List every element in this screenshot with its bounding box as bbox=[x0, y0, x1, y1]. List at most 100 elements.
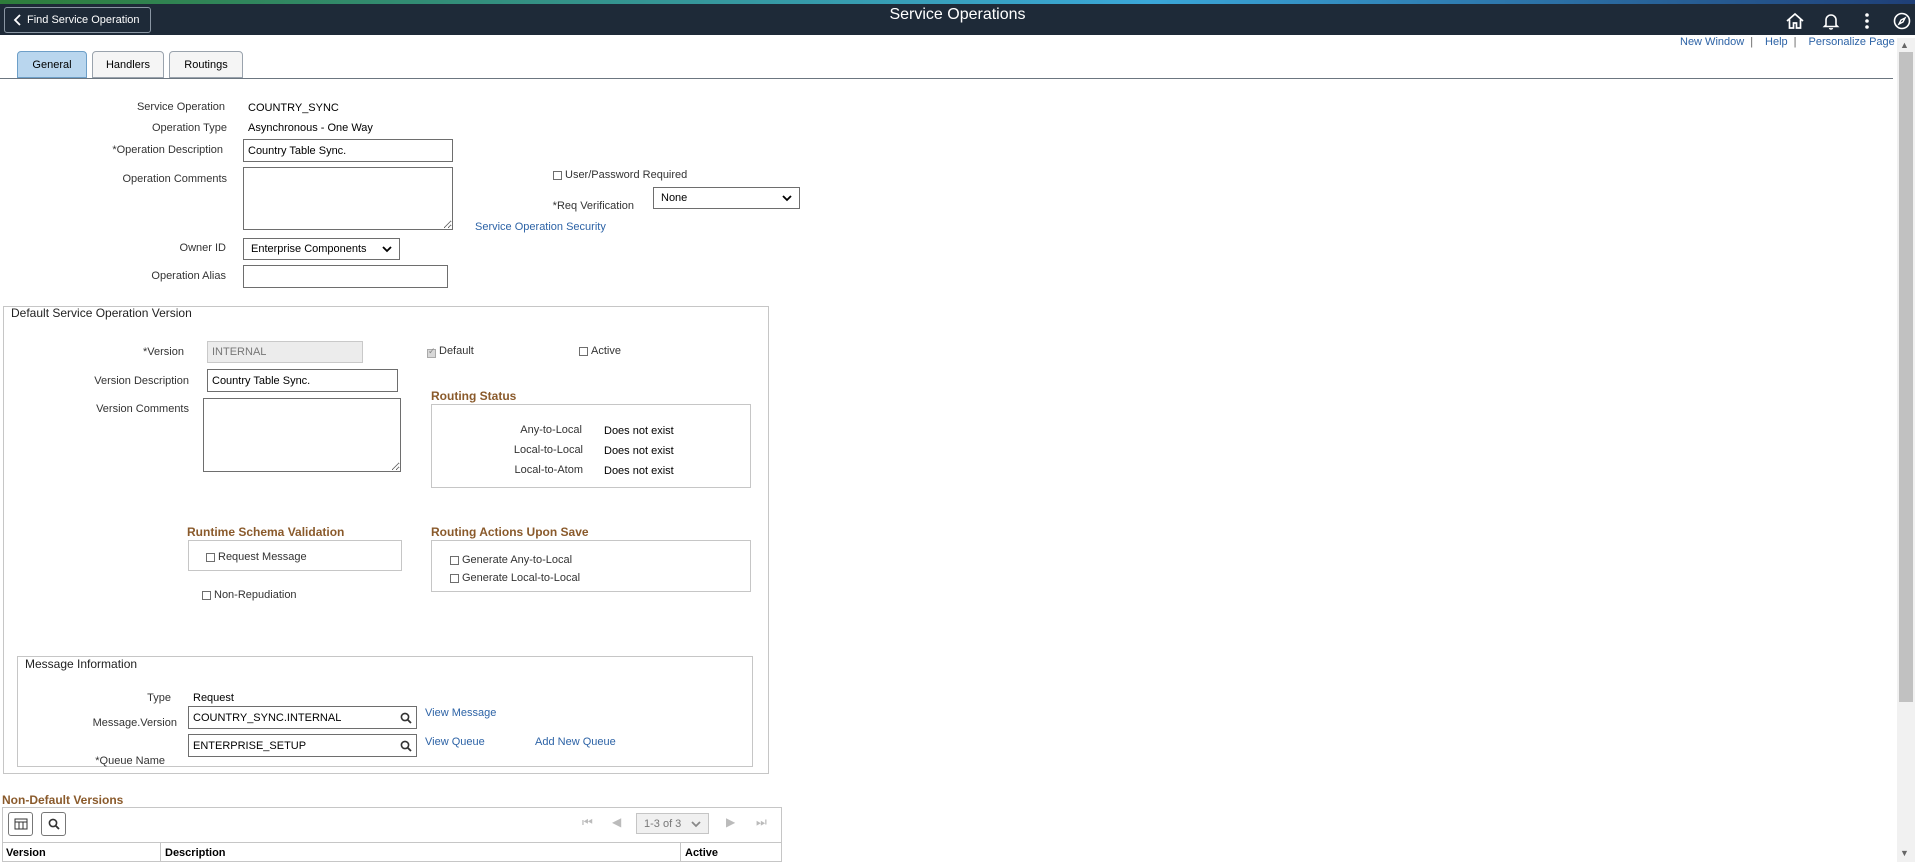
version-comments-textarea[interactable] bbox=[203, 398, 401, 472]
local-to-atom-label: Local-to-Atom bbox=[514, 464, 583, 476]
any-to-local-value: Does not exist bbox=[604, 425, 674, 437]
page-range-value: 1-3 of 3 bbox=[644, 817, 682, 830]
request-message-checkbox[interactable] bbox=[206, 553, 215, 562]
type-value: Request bbox=[193, 692, 234, 704]
grid-header-divider bbox=[2, 842, 782, 843]
page-links: New Window | Help | Personalize Page bbox=[1680, 36, 1895, 48]
help-link[interactable]: Help bbox=[1765, 36, 1788, 48]
service-operation-value: COUNTRY_SYNC bbox=[248, 102, 339, 114]
bell-icon[interactable] bbox=[1820, 10, 1842, 32]
generate-any-to-local-label: Generate Any-to-Local bbox=[462, 554, 573, 566]
column-header-description[interactable]: Description bbox=[165, 847, 226, 859]
service-operation-label: Service Operation bbox=[136, 101, 225, 113]
tab-divider bbox=[0, 78, 1893, 79]
page-title: Service Operations bbox=[889, 6, 1026, 23]
req-verification-select[interactable]: None bbox=[653, 187, 800, 209]
tab-routings[interactable]: Routings bbox=[169, 51, 243, 78]
view-queue-link[interactable]: View Queue bbox=[425, 736, 485, 748]
tab-general[interactable]: General bbox=[17, 51, 87, 78]
non-default-versions-title: Non-Default Versions bbox=[2, 793, 124, 807]
scroll-up-icon[interactable]: ▲ bbox=[1900, 40, 1909, 50]
last-page-icon[interactable]: ⏭ bbox=[756, 815, 767, 830]
message-version-value: COUNTRY_SYNC.INTERNAL bbox=[193, 711, 342, 724]
default-checkbox bbox=[427, 346, 436, 358]
local-to-local-label: Local-to-Local bbox=[513, 444, 583, 456]
navbar-icon[interactable] bbox=[1891, 10, 1913, 32]
local-to-atom-value: Does not exist bbox=[604, 465, 674, 477]
local-to-local-value: Does not exist bbox=[604, 445, 674, 457]
search-icon bbox=[48, 818, 60, 830]
grid-settings-icon bbox=[14, 818, 27, 830]
req-verification-label: *Req Verification bbox=[552, 200, 634, 212]
next-page-icon[interactable]: ▶ bbox=[726, 815, 735, 829]
user-password-checkbox[interactable] bbox=[553, 171, 562, 180]
version-comments-label: Version Comments bbox=[96, 403, 189, 415]
type-label: Type bbox=[147, 692, 171, 704]
operation-type-value: Asynchronous - One Way bbox=[248, 122, 373, 134]
operation-comments-textarea[interactable] bbox=[243, 167, 453, 230]
req-verification-value: None bbox=[661, 192, 688, 204]
tab-handlers[interactable]: Handlers bbox=[92, 51, 164, 78]
chevron-down-icon bbox=[691, 820, 701, 827]
chevron-down-icon bbox=[782, 195, 792, 202]
active-checkbox[interactable] bbox=[579, 347, 588, 356]
scroll-down-icon[interactable]: ▼ bbox=[1900, 848, 1909, 858]
routing-actions-title: Routing Actions Upon Save bbox=[431, 525, 589, 539]
default-label: Default bbox=[439, 345, 474, 357]
routing-status-title: Routing Status bbox=[431, 389, 517, 403]
version-label: *Version bbox=[143, 346, 184, 358]
column-divider bbox=[160, 843, 161, 862]
column-header-version[interactable]: Version bbox=[6, 847, 46, 859]
operation-description-input[interactable]: Country Table Sync. bbox=[243, 139, 453, 162]
message-information-title: Message Information bbox=[25, 657, 138, 671]
default-version-title: Default Service Operation Version bbox=[11, 306, 192, 320]
operation-alias-label: Operation Alias bbox=[151, 270, 226, 282]
personalize-page-link[interactable]: Personalize Page bbox=[1809, 36, 1895, 48]
grid-search-button[interactable] bbox=[41, 812, 66, 836]
owner-id-label: Owner ID bbox=[179, 242, 226, 254]
runtime-validation-title: Runtime Schema Validation bbox=[187, 525, 345, 539]
column-header-active[interactable]: Active bbox=[685, 847, 718, 859]
queue-name-value: ENTERPRISE_SETUP bbox=[193, 739, 307, 752]
view-message-link[interactable]: View Message bbox=[425, 707, 496, 719]
new-window-link[interactable]: New Window bbox=[1680, 36, 1744, 48]
link-separator: | bbox=[1750, 36, 1754, 48]
version-input[interactable]: INTERNAL bbox=[207, 341, 363, 363]
routing-actions-box bbox=[431, 540, 751, 592]
previous-page-icon[interactable]: ◀ bbox=[612, 815, 621, 829]
add-new-queue-link[interactable]: Add New Queue bbox=[535, 736, 616, 748]
version-description-input[interactable]: Country Table Sync. bbox=[207, 369, 398, 392]
page-range-select[interactable]: 1-3 of 3 bbox=[636, 813, 709, 834]
home-icon[interactable] bbox=[1784, 10, 1806, 32]
operation-description-label: *Operation Description bbox=[112, 144, 223, 156]
queue-name-label: *Queue Name bbox=[95, 755, 165, 767]
operation-comments-label: Operation Comments bbox=[122, 173, 227, 185]
generate-any-to-local-checkbox[interactable] bbox=[450, 556, 459, 565]
operation-alias-input[interactable] bbox=[243, 265, 448, 288]
queue-name-input[interactable]: ENTERPRISE_SETUP bbox=[188, 734, 417, 757]
any-to-local-label: Any-to-Local bbox=[520, 424, 582, 436]
message-version-label: Message.Version bbox=[92, 717, 177, 729]
link-separator: | bbox=[1793, 36, 1797, 48]
non-repudiation-label: Non-Repudiation bbox=[214, 589, 297, 601]
first-page-icon[interactable]: ⏮ bbox=[582, 815, 593, 830]
personalize-grid-button[interactable] bbox=[8, 812, 33, 836]
non-repudiation-checkbox[interactable] bbox=[202, 591, 211, 600]
column-divider bbox=[680, 843, 681, 862]
owner-id-value: Enterprise Components bbox=[251, 243, 367, 255]
operation-type-label: Operation Type bbox=[151, 122, 227, 134]
chevron-down-icon bbox=[382, 246, 392, 253]
service-operation-security-link[interactable]: Service Operation Security bbox=[475, 221, 606, 233]
generate-local-to-local-checkbox[interactable] bbox=[450, 574, 459, 583]
owner-id-select[interactable]: Enterprise Components bbox=[243, 238, 400, 260]
active-label: Active bbox=[591, 345, 621, 357]
message-version-input[interactable]: COUNTRY_SYNC.INTERNAL bbox=[188, 706, 417, 729]
more-vertical-icon[interactable] bbox=[1856, 10, 1878, 32]
generate-local-to-local-label: Generate Local-to-Local bbox=[462, 572, 581, 584]
user-password-label: User/Password Required bbox=[565, 169, 688, 181]
scrollbar-thumb[interactable] bbox=[1899, 52, 1913, 702]
version-description-label: Version Description bbox=[94, 375, 189, 387]
search-icon[interactable] bbox=[398, 710, 414, 726]
search-icon[interactable] bbox=[398, 738, 414, 754]
request-message-label: Request Message bbox=[218, 551, 307, 563]
